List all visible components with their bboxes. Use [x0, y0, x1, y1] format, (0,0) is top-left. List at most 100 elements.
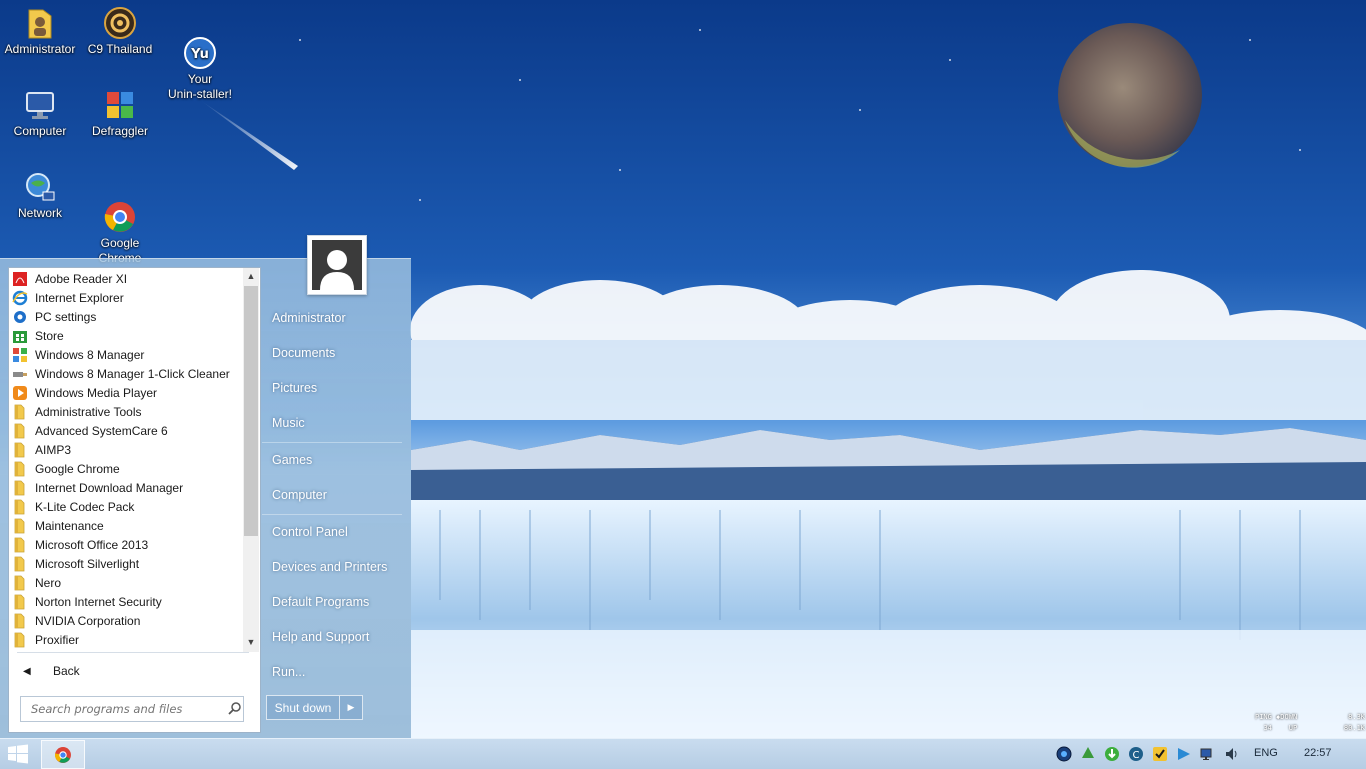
defraggler-icon [103, 88, 137, 122]
program-label: Adobe Reader XI [35, 271, 128, 286]
start-item-control-panel[interactable]: Control Panel [272, 525, 348, 539]
tray-app-icon[interactable] [1056, 746, 1072, 762]
program-list-item[interactable]: NVIDIA Corporation [9, 611, 243, 630]
folder-icon [12, 423, 28, 439]
program-label: Advanced SystemCare 6 [35, 423, 168, 438]
download-speed: 8.3K [1348, 713, 1365, 721]
pdf-icon [12, 271, 28, 287]
shutdown-options-arrow-icon[interactable]: ▶ [340, 696, 362, 719]
volume-icon[interactable] [1224, 746, 1240, 762]
desktop-icon-administrator[interactable]: Administrator [0, 2, 80, 57]
tray-ccleaner-icon[interactable]: C [1128, 746, 1144, 762]
start-item-games[interactable]: Games [272, 453, 312, 467]
desktop-icon-c9-thailand[interactable]: C9 Thailand [80, 2, 160, 57]
start-item-music[interactable]: Music [272, 416, 305, 430]
all-programs-list: Adobe Reader XI Internet Explorer PC setti… [9, 268, 243, 653]
desktop-icon-label: Administrator [4, 42, 76, 56]
divider [262, 442, 402, 443]
program-list-item[interactable]: Internet Explorer [9, 288, 243, 307]
shutdown-button[interactable]: Shut down [267, 696, 340, 719]
program-label: Proxifier [35, 632, 80, 647]
brush-icon [12, 366, 28, 382]
scroll-thumb[interactable] [244, 286, 258, 536]
computer-icon [23, 88, 57, 122]
program-label: Windows 8 Manager 1-Click Cleaner [35, 366, 230, 381]
down-label: DOWN [1280, 713, 1298, 721]
gear-icon [12, 309, 28, 325]
program-label: Internet Explorer [35, 290, 124, 305]
program-list-item[interactable]: Store [9, 326, 243, 345]
program-list-item[interactable]: Administrative Tools [9, 402, 243, 421]
desktop-icon-computer[interactable]: Computer [0, 84, 80, 139]
folder-icon [12, 632, 28, 648]
win8-manager-icon [12, 347, 28, 363]
chrome-icon [103, 185, 137, 232]
desktop-icon-defraggler[interactable]: Defraggler [80, 84, 160, 139]
media-player-icon [12, 385, 28, 401]
folder-icon [12, 575, 28, 591]
program-list-item[interactable]: Microsoft Silverlight [9, 554, 243, 573]
search-box[interactable] [20, 696, 244, 722]
program-list-item[interactable]: Windows Media Player [9, 383, 243, 402]
start-item-documents[interactable]: Documents [272, 346, 335, 360]
search-icon[interactable] [227, 701, 243, 717]
desktop-icon-your-uninstaller[interactable]: Yu Your Unin-staller! [160, 2, 240, 117]
start-item-default-programs[interactable]: Default Programs [272, 595, 369, 609]
windows-logo-icon [8, 744, 28, 764]
program-list-item[interactable]: Norton Internet Security [9, 592, 243, 611]
system-clock[interactable]: 22:57 [1304, 747, 1332, 759]
program-list-item[interactable]: Windows 8 Manager 1-Click Cleaner [9, 364, 243, 383]
program-label: Maintenance [35, 518, 104, 533]
language-indicator[interactable]: ENG [1254, 747, 1278, 759]
ping-value: 34 [1263, 724, 1272, 732]
search-input[interactable] [29, 701, 223, 717]
start-item-help-and-support[interactable]: Help and Support [272, 630, 369, 644]
tray-media-icon[interactable] [1176, 746, 1192, 762]
tray-recycle-icon[interactable] [1080, 746, 1096, 762]
program-list-item[interactable]: Nero [9, 573, 243, 592]
program-list-item[interactable]: Advanced SystemCare 6 [9, 421, 243, 440]
user-account-picture[interactable] [307, 235, 367, 295]
taskbar-button-google-chrome[interactable] [41, 740, 85, 769]
network-meter-widget: PING ◆DOWN 8.3K 34 UP 80.1K [1255, 712, 1365, 736]
start-item-administrator[interactable]: Administrator [272, 311, 346, 325]
program-list-item[interactable]: Adobe Reader XI [9, 269, 243, 288]
tray-download-manager-icon[interactable] [1104, 746, 1120, 762]
scroll-down-arrow-icon[interactable]: ▼ [243, 634, 259, 650]
program-list-item[interactable]: PC settings [9, 307, 243, 326]
c9-game-icon [103, 6, 137, 40]
program-label: Google Chrome [35, 461, 120, 476]
start-button[interactable] [0, 739, 36, 769]
start-item-pictures[interactable]: Pictures [272, 381, 317, 395]
network-status-icon[interactable] [1200, 746, 1216, 762]
scroll-up-arrow-icon[interactable]: ▲ [243, 268, 259, 284]
folder-icon [12, 537, 28, 553]
program-list-item[interactable]: Maintenance [9, 516, 243, 535]
program-list-item[interactable]: Microsoft Office 2013 [9, 535, 243, 554]
back-button[interactable]: ◀ Back [17, 660, 247, 682]
start-item-devices-and-printers[interactable]: Devices and Printers [272, 560, 387, 574]
desktop-icon-network[interactable]: Network [0, 166, 80, 221]
start-item-computer[interactable]: Computer [272, 488, 327, 502]
program-label: Windows Media Player [35, 385, 158, 400]
folder-icon [12, 556, 28, 572]
program-list-item[interactable]: K-Lite Codec Pack [9, 497, 243, 516]
program-label: Norton Internet Security [35, 594, 162, 609]
program-list-item[interactable]: Proxifier [9, 630, 243, 649]
program-label: PC settings [35, 309, 97, 324]
start-menu: Adobe Reader XI Internet Explorer PC setti… [0, 235, 411, 739]
store-icon [12, 328, 28, 344]
program-list-item[interactable]: Internet Download Manager [9, 478, 243, 497]
folder-icon [12, 442, 28, 458]
programs-scrollbar[interactable]: ▲ ▼ [243, 268, 259, 652]
program-list-item[interactable]: AIMP3 [9, 440, 243, 459]
folder-icon [12, 594, 28, 610]
program-label: Windows 8 Manager [35, 347, 145, 362]
divider [17, 652, 249, 653]
program-list-item[interactable]: Windows 8 Manager [9, 345, 243, 364]
tray-norton-icon[interactable] [1152, 746, 1168, 762]
folder-icon [12, 461, 28, 477]
ie-icon [12, 290, 28, 306]
program-list-item[interactable]: Google Chrome [9, 459, 243, 478]
start-item-run[interactable]: Run... [272, 665, 305, 679]
